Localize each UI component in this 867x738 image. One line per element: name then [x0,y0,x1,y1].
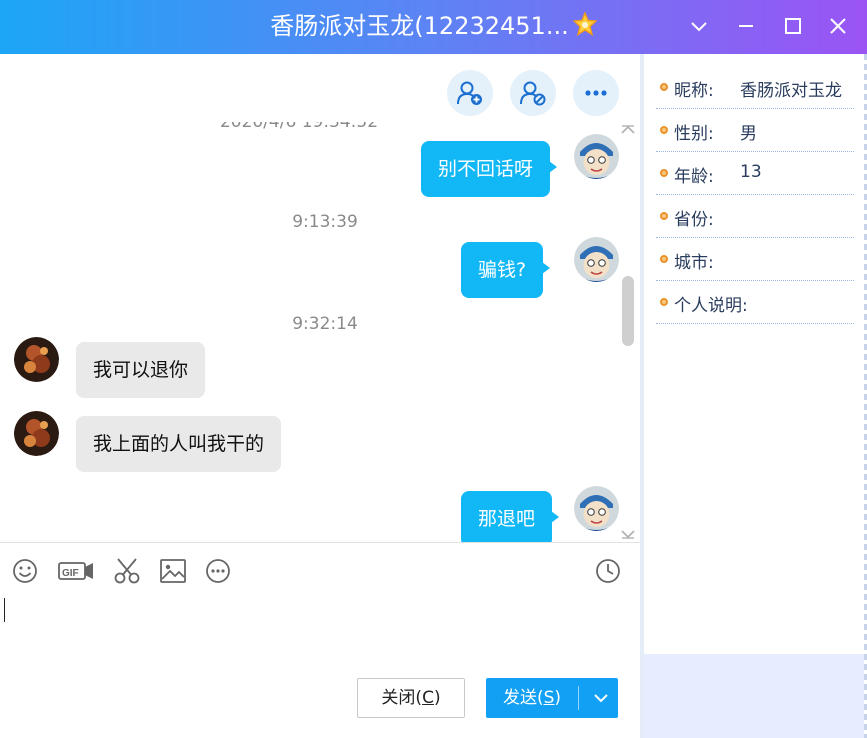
timestamp: 9:13:39 [292,212,358,232]
send-separator [578,686,579,710]
avatar-self[interactable] [574,237,619,282]
message-input[interactable] [0,590,640,666]
history-icon [596,559,620,583]
composer-divider [0,542,640,543]
profile-value: 香肠派对玉龙 [740,81,842,101]
gif-button[interactable]: GIF [57,556,95,586]
profile-label: 个人说明: [674,296,748,316]
scissors-icon [114,558,140,584]
profile-panel: 昵称: 香肠派对玉龙 性别: 男 年龄: 13 省份: 城市: 个人说明: [644,54,867,654]
bullet-icon [660,169,668,177]
more-icon [206,559,230,583]
message-bubble-in[interactable]: 我上面的人叫我干的 [76,416,282,472]
scroll-up-icon[interactable] [620,124,636,136]
bullet-icon [660,255,668,263]
maximize-button[interactable] [776,10,810,42]
gif-icon: GIF [58,562,93,580]
bullet-icon [660,298,668,306]
maximize-icon [785,18,801,34]
chevron-down-icon [691,22,707,32]
title-bar[interactable]: 香肠派对玉龙(12232451... [0,0,867,54]
chat-header-actions [0,54,640,122]
avatar-self[interactable] [574,134,619,179]
emoji-button[interactable] [10,556,40,586]
emoji-icon [13,559,37,583]
window-title-text: 香肠派对玉龙(12232451... [270,12,569,40]
minimize-icon [739,25,753,27]
add-friend-icon [457,81,482,105]
image-icon [160,559,186,583]
send-button-end: ) [554,688,562,708]
bullet-icon [660,83,668,91]
add-friend-button[interactable] [447,70,493,116]
avatar-self[interactable] [574,486,619,531]
gif-label: GIF [62,568,79,579]
close-icon [830,18,846,34]
bullet-icon [660,212,668,220]
screenshot-button[interactable] [112,556,142,586]
star-icon [572,11,598,37]
profile-panel-footer [644,654,867,738]
profile-label: 省份: [674,210,714,230]
send-hotkey: S [543,688,555,708]
profile-label: 性别: [674,124,714,144]
avatar-contact[interactable] [14,411,59,456]
dropdown-button[interactable] [682,10,716,42]
profile-row-city: 城市: [656,238,854,281]
profile-label: 昵称: [674,81,714,101]
more-icon [585,90,607,96]
chat-window: 香肠派对玉龙(12232451... 2020/4/6 19:34:52 别不回… [0,0,867,738]
profile-row-province: 省份: [656,195,854,238]
chat-transcript[interactable]: 2020/4/6 19:34:52 别不回话呀 9:13:39 骗钱? 9:32… [0,54,640,542]
avatar-contact[interactable] [14,337,59,382]
profile-value: 男 [740,124,757,144]
profile-row-bio: 个人说明: [656,281,854,324]
scroll-down-icon[interactable] [620,528,636,540]
text-caret [4,598,5,622]
close-button-end: ) [433,688,441,708]
profile-row-age: 年龄: 13 [656,152,854,195]
close-button-label: 关闭( [381,688,423,708]
close-window-button[interactable] [821,10,855,42]
message-bubble-in[interactable]: 我可以退你 [76,342,206,398]
profile-label: 年龄: [674,167,714,187]
profile-value: 13 [740,162,762,182]
profile-row-nickname: 昵称: 香肠派对玉龙 [656,66,854,109]
remove-friend-button[interactable] [510,70,556,116]
send-button-label: 发送(S) [486,678,578,718]
profile-label: 城市: [674,253,714,273]
message-bubble-out[interactable]: 骗钱? [461,242,551,298]
timestamp: 9:32:14 [292,314,358,334]
scrollbar-thumb[interactable] [622,276,634,346]
more-actions-button[interactable] [573,70,619,116]
remove-friend-icon [520,81,546,106]
profile-row-gender: 性别: 男 [656,109,854,152]
message-bubble-out[interactable]: 别不回话呀 [421,141,558,197]
message-bubble-out[interactable]: 那退吧 [461,491,560,542]
close-button[interactable]: 关闭(C) [357,678,465,718]
minimize-button[interactable] [729,10,763,42]
image-button[interactable] [158,556,188,586]
send-button-text: 发送( [502,688,544,708]
close-hotkey: C [422,688,434,708]
history-button[interactable] [593,556,623,586]
more-tools-button[interactable] [203,556,233,586]
chevron-down-icon [594,694,608,703]
bullet-icon [660,126,668,134]
send-button[interactable]: 发送(S) [486,678,618,718]
send-options-button[interactable] [584,678,618,718]
